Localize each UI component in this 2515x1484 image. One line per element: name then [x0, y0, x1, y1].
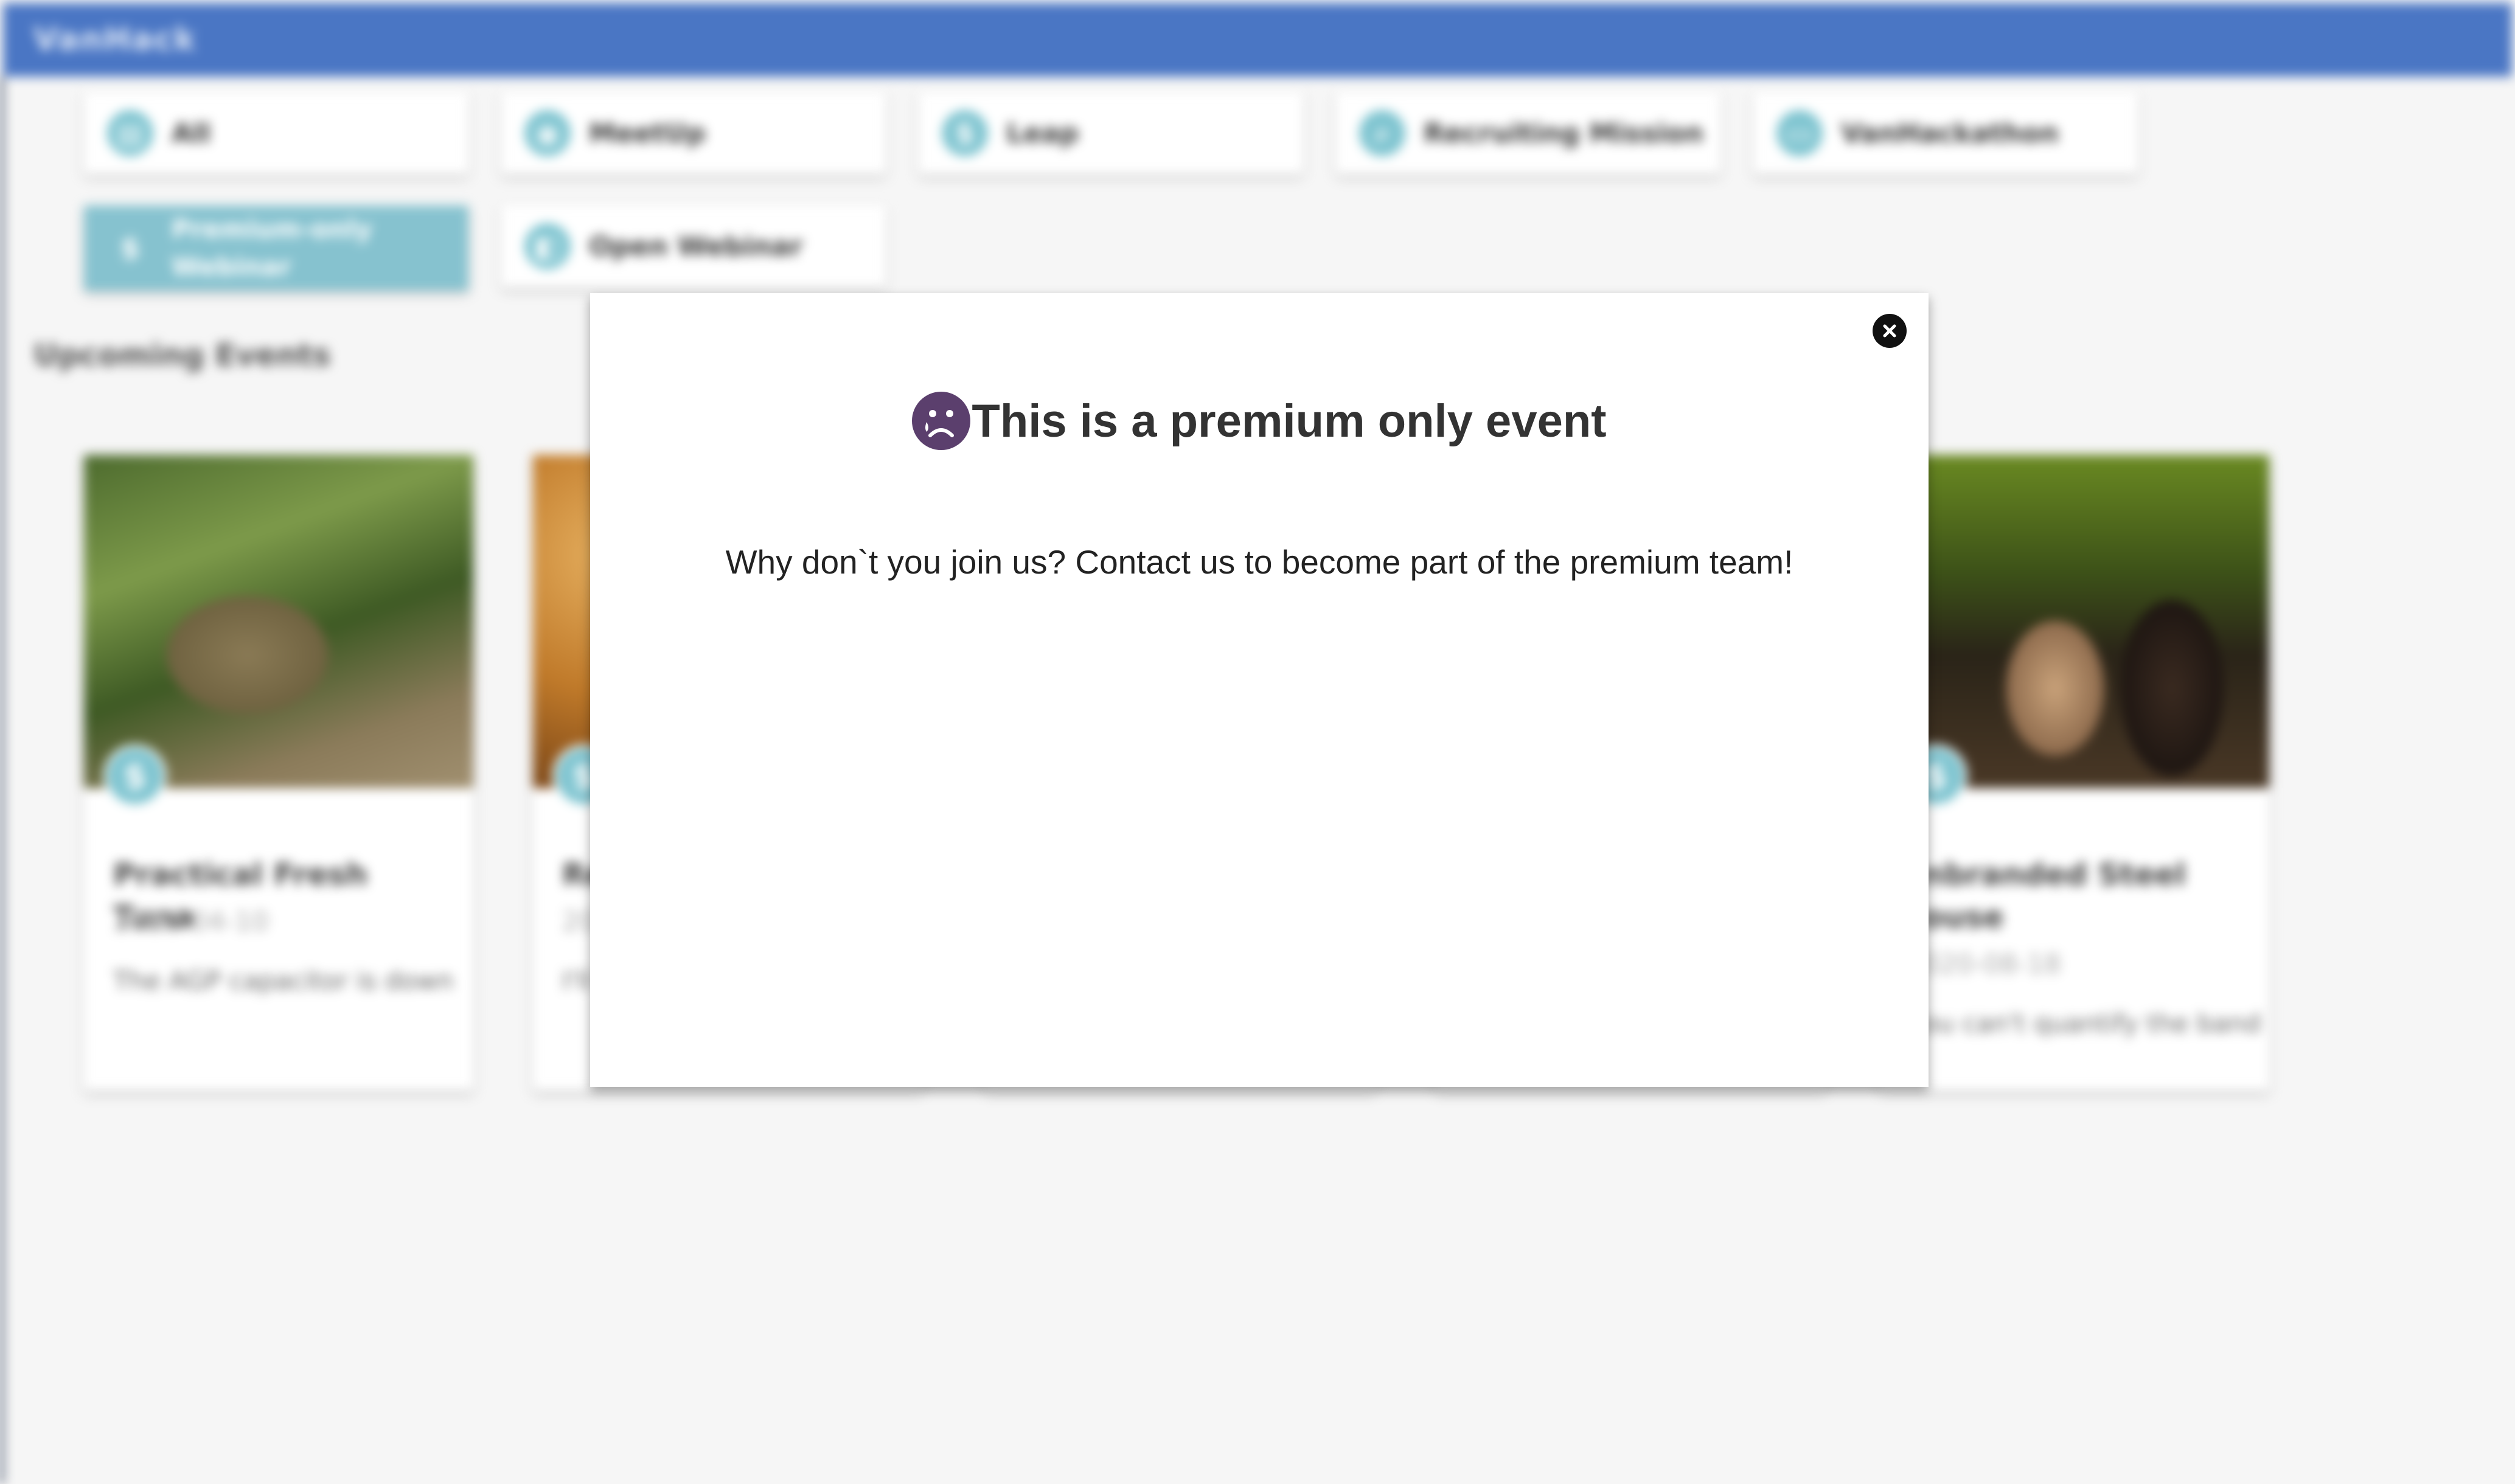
filter-label: Leap: [1006, 117, 1079, 149]
filter-recruiting-mission[interactable]: ⌕ Recruiting Mission: [1336, 92, 1720, 174]
modal-title: This is a premium only event: [972, 395, 1607, 447]
calendar-icon: ▤: [107, 110, 153, 156]
monitor-icon: ▭: [1776, 110, 1823, 156]
dollar-icon: $: [942, 110, 988, 156]
event-card[interactable]: $ Practical Fresh Tuna 2021-04-10 The AG…: [84, 455, 473, 1090]
event-date: 2021-04-10: [113, 906, 269, 937]
event-image: [84, 455, 473, 788]
filter-label: VanHackathon: [1841, 117, 2059, 149]
app-bar: VanHack: [3, 3, 2512, 77]
sad-face-icon: [912, 392, 971, 450]
filter-label: MeetUp: [589, 117, 706, 149]
filter-label: All: [172, 117, 211, 149]
event-title: nbranded Steel ouse: [1922, 857, 2186, 935]
search-icon: ⌕: [1359, 110, 1405, 156]
event-image: [1880, 455, 2269, 788]
filter-leap[interactable]: $ Leap: [919, 92, 1303, 174]
event-date: 020-08-18: [1922, 949, 2061, 980]
filter-all[interactable]: ▤ All: [84, 92, 468, 174]
filter-label: Premium-only Webinar: [172, 214, 372, 282]
section-title: Upcoming Events: [33, 338, 331, 373]
filter-label: Open Webinar: [589, 231, 803, 262]
modal-message: Why don`t you join us? Contact us to bec…: [725, 543, 1793, 581]
app-title: VanHack: [33, 21, 197, 58]
filter-meetup[interactable]: ◉ MeetUp: [501, 92, 886, 174]
event-card[interactable]: $ nbranded Steel ouse 020-08-18 ou can't…: [1880, 455, 2269, 1090]
premium-badge: $: [103, 744, 167, 808]
event-description: ou can't quantify the bandi: [1922, 1008, 2263, 1038]
eye-icon: ◉: [524, 110, 571, 156]
close-circle-icon[interactable]: [1873, 314, 1907, 348]
event-description: The AGP capacitor is down,: [113, 966, 454, 996]
filter-label: Recruiting Mission: [1424, 117, 1704, 149]
modal-header: This is a premium only event: [590, 392, 1929, 450]
webinar-icon: ◧: [524, 223, 571, 269]
filter-open-webinar[interactable]: ◧ Open Webinar: [501, 206, 886, 287]
window-edge: [0, 77, 3, 1484]
premium-event-modal: This is a premium only event Why don`t y…: [590, 293, 1929, 1087]
dollar-icon: $: [120, 232, 140, 265]
filter-premium-only-webinar[interactable]: $ Premium-only Webinar: [84, 206, 468, 291]
filter-vanhackathon[interactable]: ▭ VanHackathon: [1753, 92, 2138, 174]
